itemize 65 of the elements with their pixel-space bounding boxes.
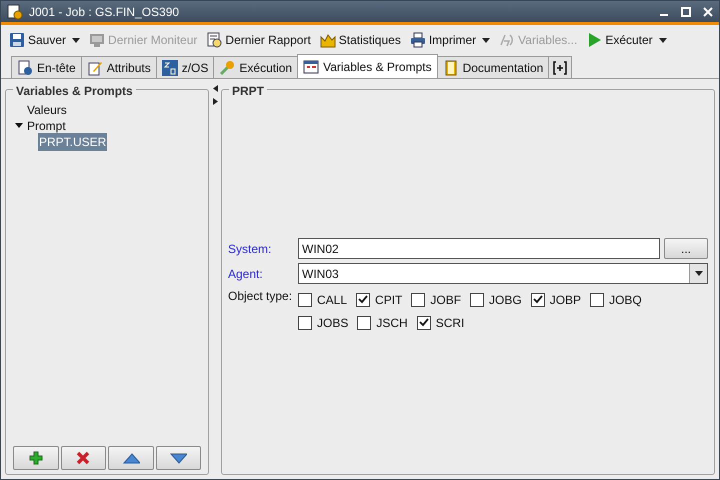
add-tab-button[interactable] bbox=[548, 56, 572, 78]
toolbar-button[interactable]: Exécuter bbox=[586, 31, 653, 49]
agent-dropdown[interactable]: WIN03 bbox=[298, 263, 708, 284]
move-up-button[interactable] bbox=[108, 446, 154, 470]
toolbar-button[interactable]: Dernier Rapport bbox=[206, 31, 311, 49]
maximize-icon[interactable] bbox=[681, 6, 691, 16]
checkbox[interactable] bbox=[298, 316, 312, 330]
checkbox-label: CPIT bbox=[375, 292, 402, 308]
printer-icon bbox=[410, 32, 426, 48]
field-label: Agent: bbox=[228, 266, 264, 282]
plus-icon bbox=[28, 450, 44, 466]
expand-arrow-icon[interactable] bbox=[14, 122, 25, 130]
delete-button[interactable] bbox=[60, 446, 106, 470]
checkbox[interactable] bbox=[411, 292, 426, 306]
checkbox[interactable] bbox=[590, 292, 604, 306]
checkbox[interactable] bbox=[470, 292, 484, 306]
checkbox[interactable] bbox=[416, 316, 431, 330]
move-down-button[interactable] bbox=[156, 446, 201, 470]
system-field[interactable]: WIN02 bbox=[298, 238, 660, 259]
chart-icon bbox=[320, 32, 336, 48]
tree-item[interactable]: Valeurs bbox=[26, 101, 68, 119]
checkbox[interactable] bbox=[357, 316, 372, 330]
tab[interactable]: Documentation bbox=[436, 56, 550, 78]
checkbox-label: JOBG bbox=[489, 292, 522, 308]
checkbox-label: CALL bbox=[317, 292, 348, 308]
collapse-left-icon[interactable] bbox=[212, 85, 218, 92]
tab[interactable]: Exécution bbox=[213, 56, 298, 78]
caret-icon bbox=[694, 271, 702, 276]
checkbox-label: JOBS bbox=[317, 314, 348, 332]
cross-icon bbox=[75, 450, 92, 466]
tree-item[interactable]: Prompt bbox=[26, 117, 67, 135]
tab[interactable]: Attributs bbox=[80, 56, 157, 78]
checkbox-label: JOBP bbox=[550, 292, 582, 308]
checkmark-icon bbox=[358, 295, 368, 304]
checkbox-label: JOBQ bbox=[609, 292, 642, 308]
variables-window-icon bbox=[303, 58, 320, 74]
zos-icon bbox=[162, 60, 178, 76]
expand-right-icon[interactable] bbox=[212, 98, 218, 105]
window-title: J001 - Job : GS.FIN_OS390 bbox=[29, 4, 180, 20]
close-icon[interactable] bbox=[703, 6, 713, 16]
field-label: System: bbox=[228, 240, 272, 258]
add-button[interactable] bbox=[13, 446, 58, 470]
checkbox-label: JOBF bbox=[430, 292, 462, 308]
plus-box-icon bbox=[553, 60, 568, 74]
tree-item[interactable]: PRPT.USER bbox=[38, 133, 108, 151]
tab[interactable]: En-tête bbox=[11, 56, 82, 78]
checkbox[interactable] bbox=[530, 292, 545, 306]
checkmark-icon bbox=[532, 295, 543, 304]
tab[interactable]: Variables & Prompts bbox=[297, 54, 438, 78]
checkmark-icon bbox=[418, 318, 429, 327]
book-icon bbox=[442, 60, 459, 76]
pencil-document-icon bbox=[86, 60, 103, 76]
checkbox-label: JSCH bbox=[376, 314, 408, 332]
browse-button[interactable]: ... bbox=[664, 238, 708, 259]
field-label: Object type: bbox=[228, 288, 294, 305]
checkbox[interactable] bbox=[298, 292, 312, 306]
toolbar-button[interactable]: Statistiques bbox=[320, 31, 401, 49]
tab[interactable]: z/OS bbox=[156, 56, 214, 78]
play-icon bbox=[586, 32, 602, 48]
checkbox[interactable] bbox=[356, 292, 370, 306]
checkbox-label: SCRI bbox=[436, 314, 464, 332]
document-info-icon bbox=[17, 60, 33, 76]
toolbar-button[interactable]: Imprimer bbox=[410, 31, 476, 49]
toolbar-button[interactable]: Sauver bbox=[9, 31, 66, 49]
monitor-icon bbox=[89, 32, 106, 48]
